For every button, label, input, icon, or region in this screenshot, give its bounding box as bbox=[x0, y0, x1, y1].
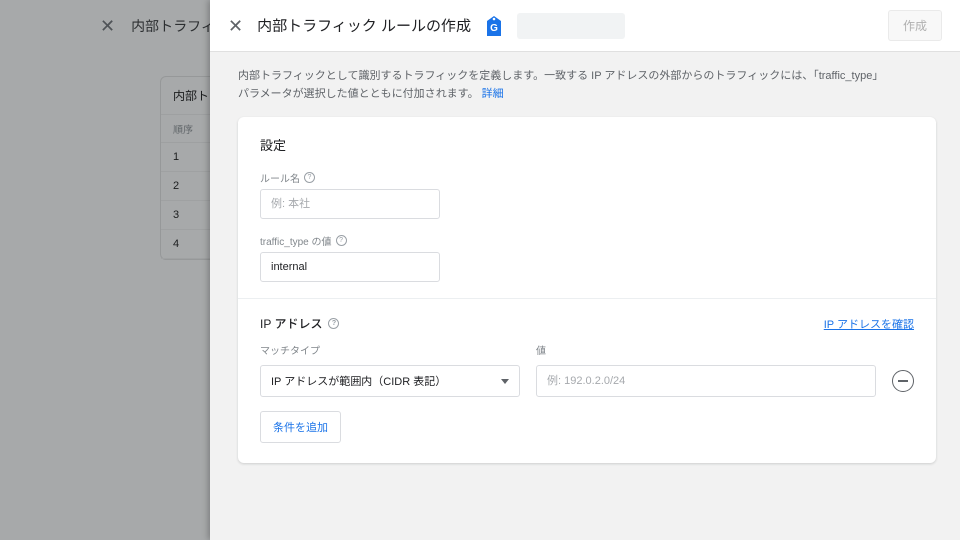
remove-condition-icon[interactable] bbox=[892, 370, 914, 392]
settings-card: 設定 ルール名 ? traffic_type の値 ? IP アドレス bbox=[238, 117, 936, 463]
traffic-type-label: traffic_type の値 ? bbox=[260, 233, 914, 248]
traffic-type-input[interactable] bbox=[260, 252, 440, 282]
chevron-down-icon bbox=[501, 379, 509, 384]
panel-title: 内部トラフィック ルールの作成 bbox=[257, 15, 471, 36]
learn-more-link[interactable]: 詳細 bbox=[482, 88, 504, 100]
panel-header: ✕ 内部トラフィック ルールの作成 G 作成 bbox=[210, 0, 960, 52]
settings-title: 設定 bbox=[260, 135, 914, 154]
help-icon[interactable]: ? bbox=[328, 318, 339, 329]
ip-value-input[interactable] bbox=[536, 365, 876, 397]
match-type-label: マッチタイプ bbox=[260, 342, 520, 357]
description-text: 内部トラフィックとして識別するトラフィックを定義します。一致する IP アドレス… bbox=[238, 70, 878, 100]
match-type-value: IP アドレスが範囲内（CIDR 表記） bbox=[271, 373, 446, 389]
rule-name-label: ルール名 ? bbox=[260, 170, 914, 185]
close-icon[interactable]: ✕ bbox=[228, 17, 243, 35]
confirm-ip-link[interactable]: IP アドレスを確認 bbox=[824, 316, 914, 332]
value-label: 値 bbox=[536, 342, 914, 357]
add-condition-button[interactable]: 条件を追加 bbox=[260, 411, 341, 443]
rule-name-input[interactable] bbox=[260, 189, 440, 219]
help-icon[interactable]: ? bbox=[304, 172, 315, 183]
match-type-select[interactable]: IP アドレスが範囲内（CIDR 表記） bbox=[260, 365, 520, 397]
header-chip bbox=[517, 13, 625, 39]
create-button[interactable]: 作成 bbox=[888, 10, 942, 41]
description: 内部トラフィックとして識別するトラフィックを定義します。一致する IP アドレス… bbox=[238, 68, 878, 103]
slideover-panel: ✕ 内部トラフィック ルールの作成 G 作成 内部トラフィックとして識別するトラ… bbox=[210, 0, 960, 540]
divider bbox=[238, 298, 936, 299]
tag-icon: G bbox=[485, 16, 503, 36]
ip-section-title: IP アドレス bbox=[260, 315, 322, 332]
svg-text:G: G bbox=[490, 23, 498, 34]
help-icon[interactable]: ? bbox=[336, 235, 347, 246]
